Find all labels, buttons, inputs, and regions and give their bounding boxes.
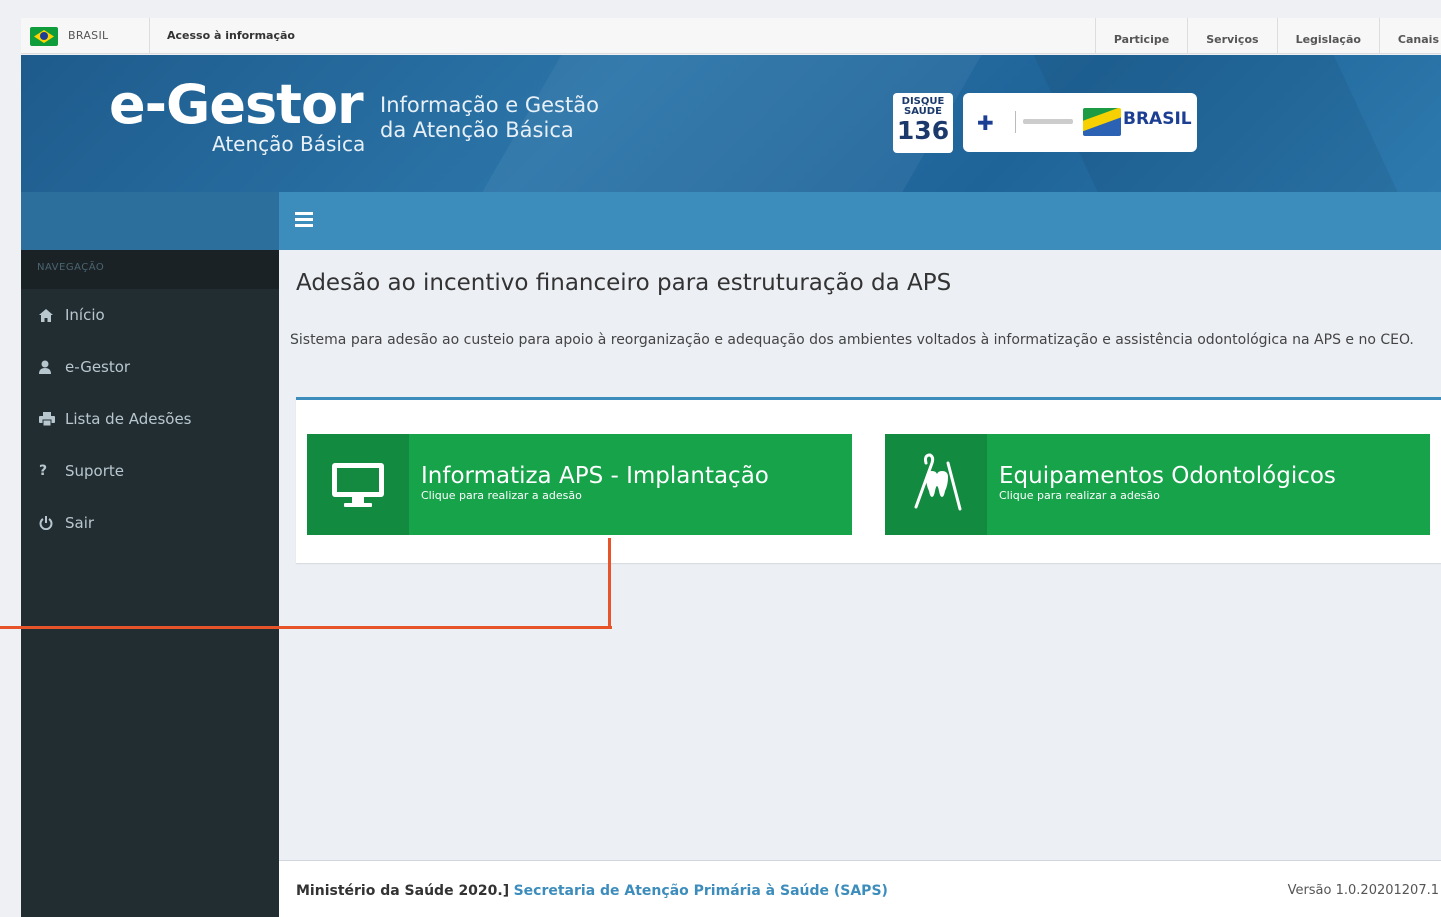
disque-label: DISQUE <box>901 96 945 107</box>
access-info-link[interactable]: Acesso à informação <box>167 29 295 42</box>
disque-saude-logo: DISQUE SAÚDE 136 <box>893 93 953 153</box>
sidebar-item-label: Lista de Adesões <box>65 410 192 428</box>
sidebar-item-sair[interactable]: Sair <box>21 497 279 549</box>
sidebar-item-lista-de-adesoes[interactable]: Lista de Adesões <box>21 393 279 445</box>
menu-toggle-icon[interactable] <box>295 212 313 228</box>
question-icon: ? <box>39 463 48 479</box>
tile-title: Equipamentos Odontológicos <box>999 463 1336 489</box>
ministry-text-placeholder <box>1023 119 1073 124</box>
sidebar-top <box>21 192 279 250</box>
tile-subtitle: Clique para realizar a adesão <box>421 489 582 502</box>
main-content: Adesão ao incentivo financeiro para estr… <box>279 250 1441 860</box>
annotation-line <box>0 626 612 629</box>
divider <box>1015 111 1016 133</box>
sidebar-item-suporte[interactable]: ? Suporte <box>21 445 279 497</box>
logo-title[interactable]: e-Gestor <box>109 73 364 136</box>
tiles-box: Informatiza APS - Implantação Clique par… <box>296 397 1441 563</box>
dental-icon <box>885 434 987 535</box>
sidebar-item-inicio[interactable]: Início <box>21 289 279 341</box>
site-header: e-Gestor Atenção Básica Informação e Ges… <box>21 55 1441 192</box>
sidebar: NAVEGAÇÃO Início e-Gestor Lista de Adesõ… <box>21 192 279 917</box>
page-footer: Ministério da Saúde 2020.] Secretaria de… <box>279 860 1441 917</box>
disque-number: 136 <box>896 116 950 145</box>
tagline-line-1: Informação e Gestão <box>380 93 599 117</box>
annotation-line <box>608 538 611 629</box>
servicos-link[interactable]: Serviços <box>1187 18 1276 54</box>
power-icon <box>39 516 65 530</box>
gov-top-bar: BRASIL Acesso à informação Participe Ser… <box>21 18 1441 54</box>
sidebar-item-label: e-Gestor <box>65 358 131 376</box>
tile-subtitle: Clique para realizar a adesão <box>999 489 1160 502</box>
footer-org: Ministério da Saúde 2020.] <box>296 883 510 899</box>
brasil-link[interactable]: BRASIL <box>68 29 108 42</box>
footer-credits: Ministério da Saúde 2020.] Secretaria de… <box>296 883 888 899</box>
tagline-line-2: da Atenção Básica <box>380 118 574 142</box>
gov-links: Participe Serviços Legislação Canais <box>1094 18 1441 54</box>
informatiza-aps-tile[interactable]: Informatiza APS - Implantação Clique par… <box>307 434 852 535</box>
print-icon <box>39 412 65 426</box>
version-label: Versão 1.0.20201207.1 <box>1287 883 1439 898</box>
home-icon <box>39 308 65 322</box>
sidebar-item-e-gestor[interactable]: e-Gestor <box>21 341 279 393</box>
sidebar-item-label: Sair <box>65 514 95 532</box>
page-title: Adesão ao incentivo financeiro para estr… <box>296 270 952 296</box>
saps-link[interactable]: Secretaria de Atenção Primária à Saúde (… <box>514 883 888 899</box>
page-description: Sistema para adesão ao custeio para apoi… <box>290 332 1414 348</box>
government-logo: ✚ BRASIL <box>963 93 1197 152</box>
divider <box>149 18 150 54</box>
top-nav-bar <box>279 192 1441 250</box>
monitor-icon <box>307 434 409 535</box>
participe-link[interactable]: Participe <box>1094 18 1187 54</box>
tile-title: Informatiza APS - Implantação <box>421 463 769 489</box>
logo-subtitle: Atenção Básica <box>212 132 366 156</box>
sidebar-item-label: Suporte <box>65 462 125 480</box>
brasil-wordmark: BRASIL <box>1123 109 1192 129</box>
header-tagline: Informação e Gestão da Atenção Básica <box>380 93 599 143</box>
equipamentos-odontologicos-tile[interactable]: Equipamentos Odontológicos Clique para r… <box>885 434 1430 535</box>
sidebar-item-label: Início <box>65 306 105 324</box>
legislacao-link[interactable]: Legislação <box>1276 18 1379 54</box>
sidebar-header: NAVEGAÇÃO <box>21 250 279 289</box>
brazil-flag-icon[interactable] <box>30 27 58 46</box>
canais-link[interactable]: Canais <box>1378 18 1441 54</box>
brasil-flag-mark-icon <box>1083 108 1121 136</box>
user-icon <box>39 360 65 374</box>
sus-plus-icon: ✚ <box>977 111 994 135</box>
